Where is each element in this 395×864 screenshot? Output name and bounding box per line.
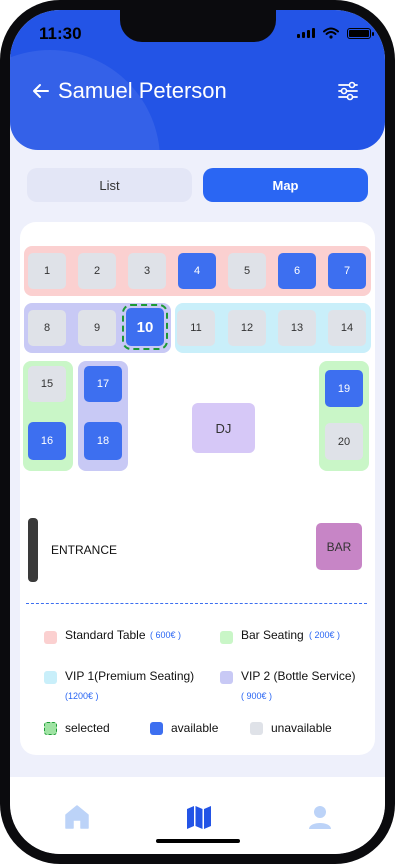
notch xyxy=(120,10,276,42)
table-10[interactable]: 10 xyxy=(122,304,168,350)
table-19[interactable]: 19 xyxy=(325,370,363,407)
legend-bar-swatch xyxy=(220,631,233,644)
legend-vip2-price: ( 900€ ) xyxy=(241,691,273,701)
legend-standard-label: Standard Table xyxy=(65,628,146,642)
battery-icon xyxy=(347,27,374,39)
table-5[interactable]: 5 xyxy=(228,253,266,289)
phone-frame: 11:30 Samuel Peterson List Map 1 2 3 4 5… xyxy=(0,0,395,864)
table-6[interactable]: 6 xyxy=(278,253,316,289)
table-16[interactable]: 16 xyxy=(28,422,66,460)
table-13[interactable]: 13 xyxy=(278,310,316,346)
legend-unavailable-swatch xyxy=(250,722,263,735)
profile-icon[interactable] xyxy=(306,803,334,831)
table-7[interactable]: 7 xyxy=(328,253,366,289)
dj-booth: DJ xyxy=(192,403,255,453)
table-20[interactable]: 20 xyxy=(325,423,363,460)
table-17[interactable]: 17 xyxy=(84,366,122,402)
filter-icon[interactable] xyxy=(337,80,359,102)
legend-standard-swatch xyxy=(44,631,57,644)
table-4[interactable]: 4 xyxy=(178,253,216,289)
list-tab[interactable]: List xyxy=(27,168,192,202)
legend-vip1-label: VIP 1(Premium Seating) xyxy=(65,669,195,683)
entrance-label: ENTRANCE xyxy=(51,543,118,557)
wifi-icon xyxy=(323,27,339,39)
legend-bar-price: ( 200€ ) xyxy=(309,630,341,640)
bar-counter: BAR xyxy=(316,523,362,570)
map-icon[interactable] xyxy=(185,803,213,831)
home-icon[interactable] xyxy=(63,803,91,831)
header: 11:30 Samuel Peterson xyxy=(10,10,385,150)
table-11[interactable]: 11 xyxy=(177,310,215,346)
status-time: 11:30 xyxy=(39,24,82,43)
legend-bar-label: Bar Seating xyxy=(241,628,304,642)
legend-selected-label: selected xyxy=(65,721,110,735)
legend-vip1-price: (1200€ ) xyxy=(65,691,99,701)
seating-map: 1 2 3 4 5 6 7 8 9 10 11 12 13 14 15 16 1… xyxy=(20,222,375,755)
signal-icon xyxy=(297,28,315,38)
table-15[interactable]: 15 xyxy=(28,366,66,402)
table-1[interactable]: 1 xyxy=(28,253,66,289)
legend-selected-swatch xyxy=(44,722,57,735)
page-title: Samuel Peterson xyxy=(58,78,227,103)
back-arrow-icon[interactable] xyxy=(32,82,50,100)
legend-available-label: available xyxy=(171,721,219,735)
table-12[interactable]: 12 xyxy=(228,310,266,346)
table-3[interactable]: 3 xyxy=(128,253,166,289)
home-indicator xyxy=(156,839,240,843)
status-icons xyxy=(297,27,374,39)
app-screen: 11:30 Samuel Peterson List Map 1 2 3 4 5… xyxy=(10,10,385,854)
legend-divider xyxy=(26,603,367,604)
view-toggle: List Map xyxy=(27,168,368,202)
legend-available-swatch xyxy=(150,722,163,735)
legend-vip1-swatch xyxy=(44,671,57,684)
table-9[interactable]: 9 xyxy=(78,310,116,346)
table-14[interactable]: 14 xyxy=(328,310,366,346)
legend-standard-price: ( 600€ ) xyxy=(150,630,182,640)
table-18[interactable]: 18 xyxy=(84,422,122,460)
legend-vip2-swatch xyxy=(220,671,233,684)
entrance-marker xyxy=(28,518,38,582)
table-2[interactable]: 2 xyxy=(78,253,116,289)
legend-unavailable-label: unavailable xyxy=(271,721,332,735)
legend-vip2-label: VIP 2 (Bottle Service) xyxy=(241,669,356,683)
table-8[interactable]: 8 xyxy=(28,310,66,346)
map-tab[interactable]: Map xyxy=(203,168,368,202)
